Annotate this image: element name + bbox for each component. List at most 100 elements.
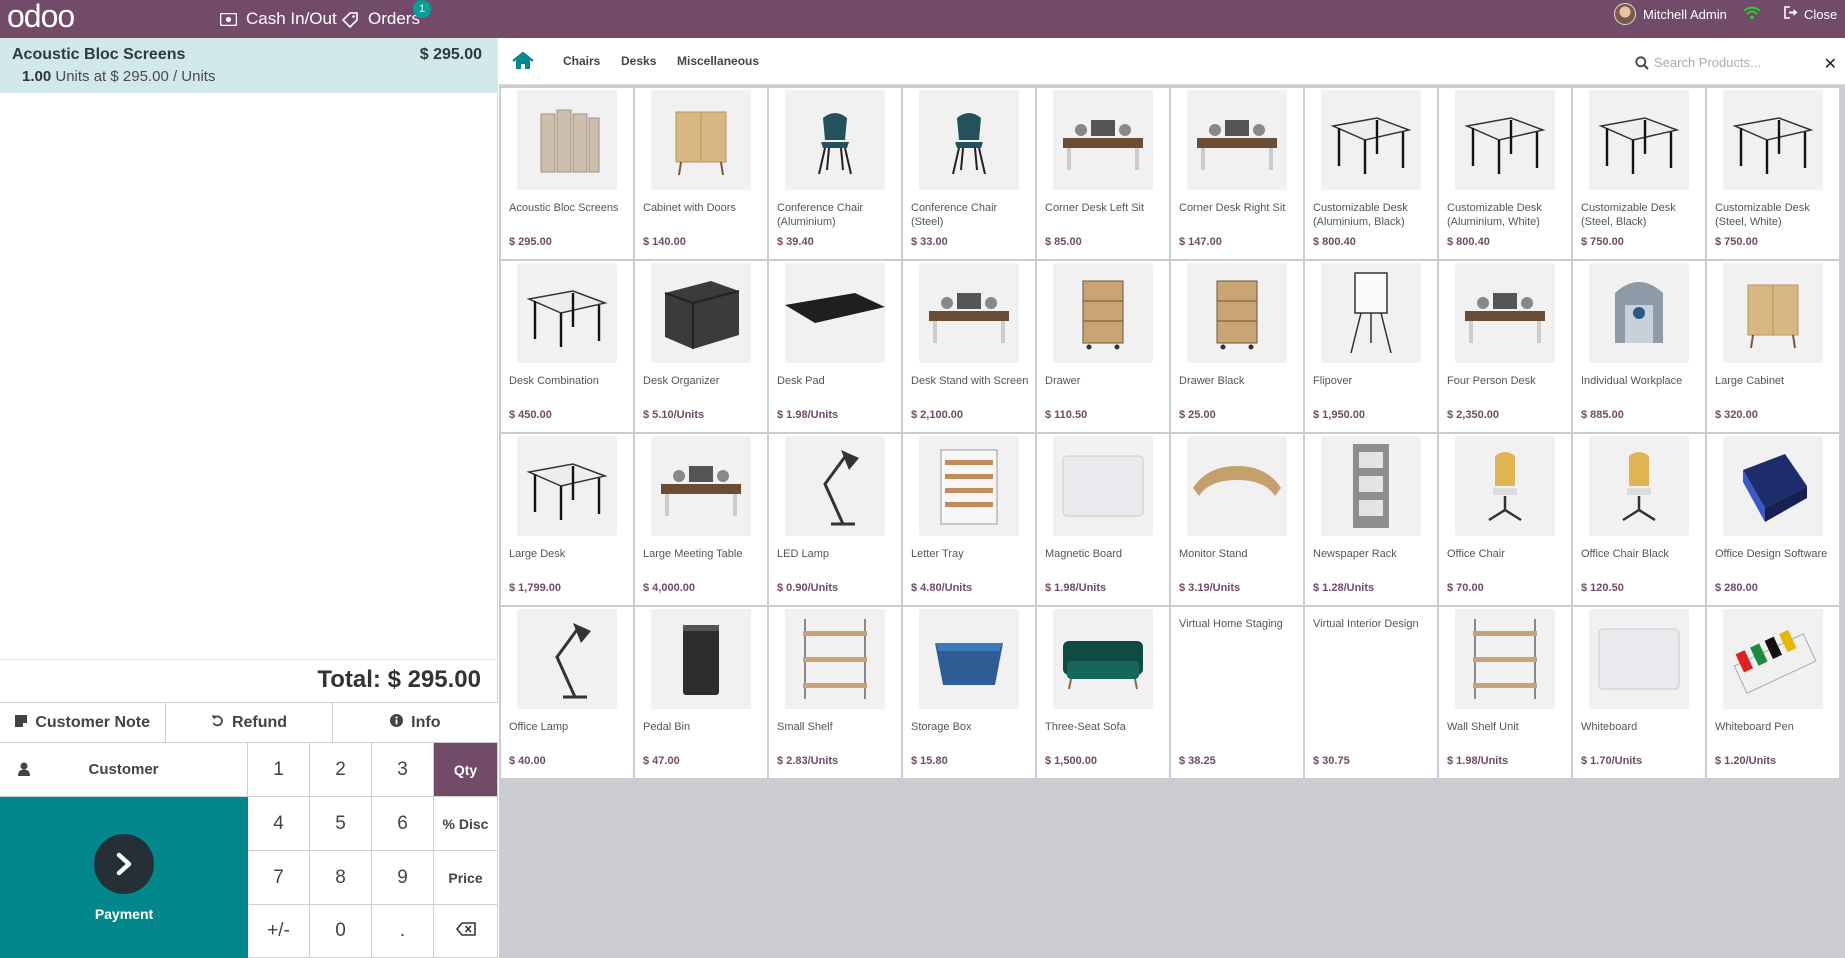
box-icon	[919, 609, 1019, 709]
numpad-key-decimal[interactable]: .	[372, 905, 434, 958]
product-card[interactable]: Large Cabinet $ 320.00	[1707, 261, 1839, 432]
product-card[interactable]: Desk Organizer $ 5.10/Units	[635, 261, 767, 432]
order-line-info: 1.00 Units at $ 295.00 / Units	[22, 68, 484, 85]
price-mode-button[interactable]: Price	[434, 851, 498, 905]
product-card[interactable]: Customizable Desk (Steel, Black) $ 750.00	[1573, 88, 1705, 259]
customer-note-button[interactable]: Customer Note	[0, 703, 167, 742]
product-card[interactable]: Corner Desk Left Sit $ 85.00	[1037, 88, 1169, 259]
product-card[interactable]: Corner Desk Right Sit $ 147.00	[1171, 88, 1303, 259]
product-card[interactable]: Conference Chair (Aluminium) $ 39.40	[769, 88, 901, 259]
bin-icon	[651, 609, 751, 709]
numpad-key-5[interactable]: 5	[310, 797, 372, 851]
product-card[interactable]: LED Lamp $ 0.90/Units	[769, 434, 901, 605]
category-chairs[interactable]: Chairs	[563, 54, 600, 68]
product-name: Large Desk	[509, 548, 566, 560]
product-card[interactable]: Desk Combination $ 450.00	[501, 261, 633, 432]
info-button[interactable]: Info	[332, 703, 498, 742]
product-card[interactable]: Customizable Desk (Aluminium, Black) $ 80…	[1305, 88, 1437, 259]
numpad-key-plus-minus[interactable]: +/-	[248, 905, 310, 958]
product-card[interactable]: Wall Shelf Unit $ 1.98/Units	[1439, 607, 1571, 778]
product-name: LED Lamp	[777, 548, 829, 560]
product-price: $ 120.50	[1581, 582, 1624, 594]
product-card[interactable]: Virtual Home Staging $ 38.25	[1171, 607, 1303, 778]
numpad-key-8[interactable]: 8	[310, 851, 372, 905]
numpad-key-9[interactable]: 9	[372, 851, 434, 905]
product-card[interactable]: Virtual Interior Design $ 30.75	[1305, 607, 1437, 778]
product-name: Large Meeting Table	[643, 548, 743, 560]
numpad: 1 2 3 Qty 4 5 6 % Disc 7 8 9 Price +/- 0…	[248, 743, 498, 958]
backspace-button[interactable]	[434, 905, 498, 958]
numpad-key-2[interactable]: 2	[310, 743, 372, 797]
category-desks[interactable]: Desks	[621, 54, 656, 68]
order-line-unit-text: Units at $ 295.00 / Units	[55, 68, 216, 85]
product-card[interactable]: Office Chair Black $ 120.50	[1573, 434, 1705, 605]
orders-button[interactable]: Orders	[342, 0, 420, 38]
product-card[interactable]: Storage Box $ 15.80	[903, 607, 1035, 778]
info-label: Info	[411, 713, 441, 731]
product-card[interactable]: Small Shelf $ 2.83/Units	[769, 607, 901, 778]
lamp-icon	[785, 436, 885, 536]
product-name: Large Cabinet	[1715, 375, 1785, 387]
product-card[interactable]: Three-Seat Sofa $ 1,500.00	[1037, 607, 1169, 778]
order-line[interactable]: Acoustic Bloc Screens $ 295.00 1.00 Unit…	[0, 38, 498, 93]
product-card[interactable]: Large Meeting Table $ 4,000.00	[635, 434, 767, 605]
product-card[interactable]: Office Design Software $ 280.00	[1707, 434, 1839, 605]
product-card[interactable]: Flipover $ 1,950.00	[1305, 261, 1437, 432]
organizer-icon	[651, 263, 751, 363]
product-card[interactable]: Magnetic Board $ 1.98/Units	[1037, 434, 1169, 605]
discount-mode-button[interactable]: % Disc	[434, 797, 498, 851]
product-card[interactable]: Letter Tray $ 4.80/Units	[903, 434, 1035, 605]
product-card[interactable]: Individual Workplace $ 885.00	[1573, 261, 1705, 432]
product-card[interactable]: Office Lamp $ 40.00	[501, 607, 633, 778]
numpad-key-0[interactable]: 0	[310, 905, 372, 958]
numpad-key-7[interactable]: 7	[248, 851, 310, 905]
numpad-key-6[interactable]: 6	[372, 797, 434, 851]
home-icon[interactable]	[512, 51, 534, 74]
product-card[interactable]: Office Chair $ 70.00	[1439, 434, 1571, 605]
product-card[interactable]: Drawer $ 110.50	[1037, 261, 1169, 432]
product-card[interactable]: Conference Chair (Steel) $ 33.00	[903, 88, 1035, 259]
product-card[interactable]: Desk Stand with Screen $ 2,100.00	[903, 261, 1035, 432]
product-card[interactable]: Acoustic Bloc Screens $ 295.00	[501, 88, 633, 259]
product-price: $ 1.98/Units	[1447, 755, 1509, 767]
cash-in-out-button[interactable]: Cash In/Out	[220, 0, 337, 38]
cabinet-icon	[1723, 263, 1823, 363]
product-card[interactable]: Pedal Bin $ 47.00	[635, 607, 767, 778]
payment-button[interactable]: Payment	[0, 797, 248, 958]
numpad-key-3[interactable]: 3	[372, 743, 434, 797]
product-name: Acoustic Bloc Screens	[509, 202, 619, 214]
user-name: Mitchell Admin	[1643, 6, 1727, 22]
product-card[interactable]: Customizable Desk (Aluminium, White) $ 80…	[1439, 88, 1571, 259]
product-name: Desk Stand with Screen	[911, 375, 1029, 387]
product-card[interactable]: Whiteboard Pen $ 1.20/Units	[1707, 607, 1839, 778]
board-icon	[1589, 609, 1689, 709]
product-card[interactable]: Drawer Black $ 25.00	[1171, 261, 1303, 432]
refund-button[interactable]: Refund	[166, 703, 333, 742]
numpad-key-1[interactable]: 1	[248, 743, 310, 797]
customer-button[interactable]: Customer	[0, 743, 248, 797]
order-line-price: $ 295.00	[419, 46, 482, 63]
product-card[interactable]: Four Person Desk $ 2,350.00	[1439, 261, 1571, 432]
search-input[interactable]	[1654, 52, 1804, 72]
product-price: $ 1.28/Units	[1313, 582, 1375, 594]
numpad-key-4[interactable]: 4	[248, 797, 310, 851]
note-icon	[15, 714, 28, 732]
qty-mode-button[interactable]: Qty	[434, 743, 498, 797]
product-card[interactable]: Cabinet with Doors $ 140.00	[635, 88, 767, 259]
clear-search-icon[interactable]: ✕	[1824, 54, 1837, 73]
category-miscellaneous[interactable]: Miscellaneous	[677, 54, 759, 68]
avatar	[1614, 3, 1636, 25]
product-card[interactable]: Large Desk $ 1,799.00	[501, 434, 633, 605]
product-name: Cabinet with Doors	[643, 202, 736, 214]
product-card[interactable]: Monitor Stand $ 3.19/Units	[1171, 434, 1303, 605]
orders-label: Orders	[368, 9, 420, 28]
product-card[interactable]: Customizable Desk (Steel, White) $ 750.00	[1707, 88, 1839, 259]
user-menu[interactable]: Mitchell Admin	[1614, 0, 1727, 28]
category-bar: Chairs Desks Miscellaneous ✕	[499, 38, 1845, 85]
product-name: Flipover	[1313, 375, 1353, 387]
product-card[interactable]: Desk Pad $ 1.98/Units	[769, 261, 901, 432]
close-button[interactable]: Close	[1784, 0, 1837, 28]
product-card[interactable]: Whiteboard $ 1.70/Units	[1573, 607, 1705, 778]
product-card[interactable]: Newspaper Rack $ 1.28/Units	[1305, 434, 1437, 605]
product-name: Three-Seat Sofa	[1045, 721, 1126, 733]
